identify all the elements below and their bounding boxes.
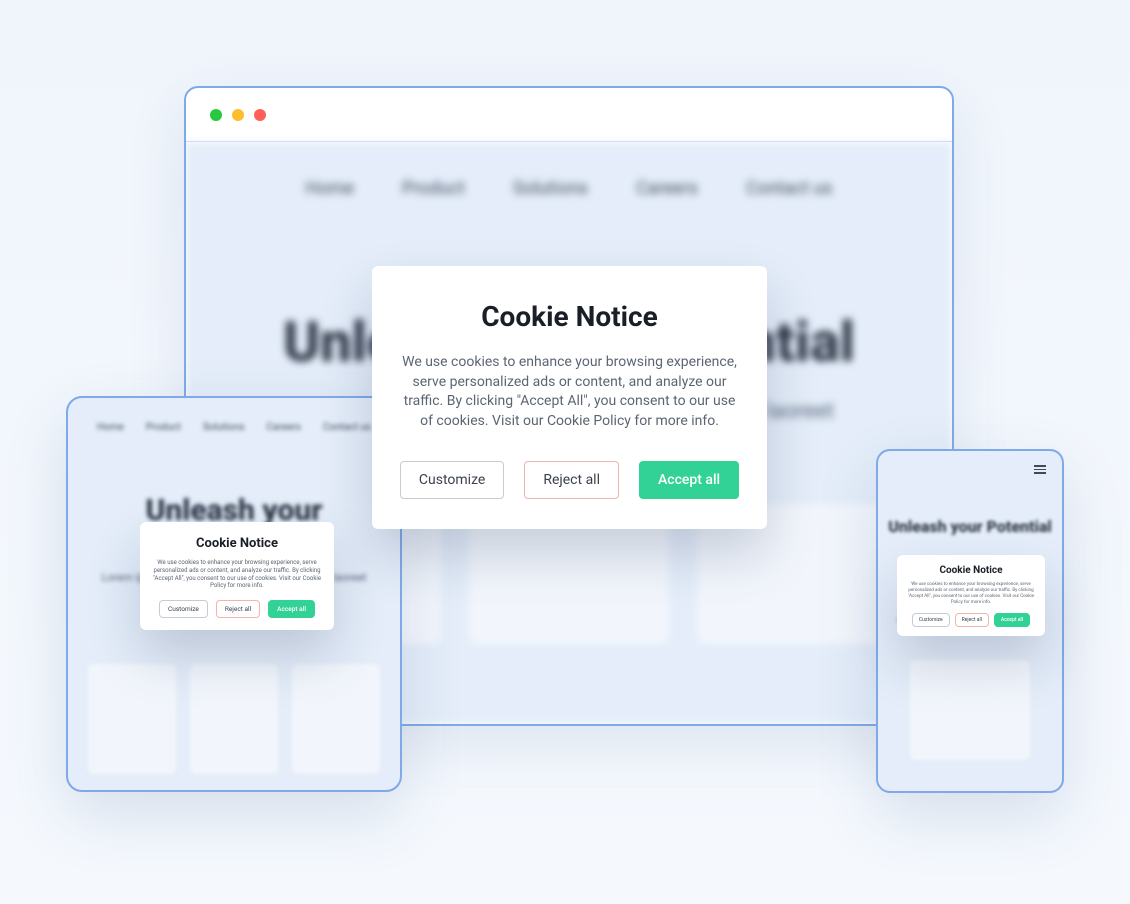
reject-all-button[interactable]: Reject all <box>955 613 989 627</box>
nav-item[interactable]: Careers <box>267 422 301 433</box>
cookie-body: We use cookies to enhance your browsing … <box>402 353 737 431</box>
desktop-nav: Home Product Solutions Careers Contact u… <box>186 178 952 199</box>
hero-title: Unleash your Potential <box>888 517 1052 536</box>
cookie-dialog-mobile: Cookie Notice We use cookies to enhance … <box>897 555 1045 636</box>
customize-button[interactable]: Customize <box>912 613 950 627</box>
cookie-title: Cookie Notice <box>402 300 737 333</box>
nav-item[interactable]: Contact us <box>323 422 371 433</box>
tablet-nav: Home Product Solutions Careers Contact u… <box>88 422 380 433</box>
window-titlebar <box>186 88 952 142</box>
cookie-title: Cookie Notice <box>904 565 1038 576</box>
cookie-body: We use cookies to enhance your browsing … <box>904 582 1038 605</box>
nav-item[interactable]: Careers <box>636 178 698 199</box>
placeholder-card <box>910 660 1030 760</box>
nav-item[interactable]: Product <box>402 178 465 199</box>
cookie-title: Cookie Notice <box>150 536 324 551</box>
cookie-dialog-desktop: Cookie Notice We use cookies to enhance … <box>372 266 767 529</box>
customize-button[interactable]: Customize <box>159 600 208 618</box>
reject-all-button[interactable]: Reject all <box>524 461 619 499</box>
mobile-cards <box>888 660 1052 760</box>
accept-all-button[interactable]: Accept all <box>268 600 315 618</box>
accept-all-button[interactable]: Accept all <box>639 461 739 499</box>
nav-item[interactable]: Home <box>306 178 354 199</box>
nav-item[interactable]: Solutions <box>203 422 245 433</box>
traffic-light-close[interactable] <box>210 109 222 121</box>
traffic-light-maximize[interactable] <box>254 109 266 121</box>
nav-item[interactable]: Solutions <box>513 178 588 199</box>
cookie-body: We use cookies to enhance your browsing … <box>150 559 324 590</box>
reject-all-button[interactable]: Reject all <box>216 600 260 618</box>
placeholder-card <box>190 664 278 774</box>
placeholder-card <box>88 664 176 774</box>
tablet-cards <box>88 664 380 774</box>
cookie-buttons: Customize Reject all Accept all <box>402 461 737 499</box>
cookie-dialog-tablet: Cookie Notice We use cookies to enhance … <box>140 522 334 630</box>
customize-button[interactable]: Customize <box>400 461 504 499</box>
nav-item[interactable]: Home <box>97 422 124 433</box>
nav-item[interactable]: Product <box>146 422 181 433</box>
accept-all-button[interactable]: Accept all <box>994 613 1030 627</box>
cookie-buttons: Customize Reject all Accept all <box>904 613 1038 627</box>
placeholder-card <box>292 664 380 774</box>
nav-item[interactable]: Contact us <box>746 178 833 199</box>
cookie-buttons: Customize Reject all Accept all <box>150 600 324 618</box>
hamburger-icon[interactable] <box>1034 465 1046 474</box>
traffic-light-minimize[interactable] <box>232 109 244 121</box>
